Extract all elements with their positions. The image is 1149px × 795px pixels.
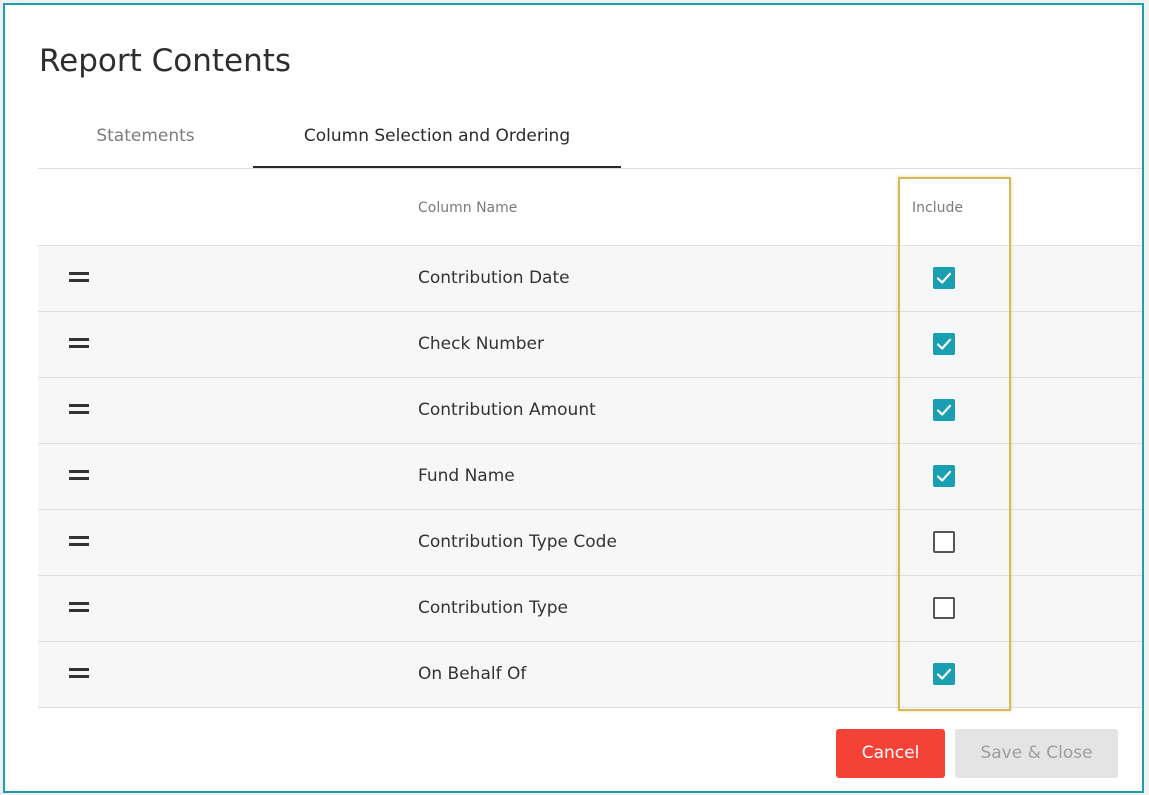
save-and-close-button[interactable]: Save & Close xyxy=(955,729,1118,778)
drag-handle-icon[interactable] xyxy=(69,536,89,546)
drag-handle-icon[interactable] xyxy=(69,338,89,348)
include-checkbox[interactable] xyxy=(933,531,955,553)
drag-handle-icon[interactable] xyxy=(69,470,89,480)
column-table: Column Name Include Contribution Date Che… xyxy=(38,170,1142,708)
table-body: Contribution Date Check Number Contributio… xyxy=(38,246,1142,708)
column-name-cell: Check Number xyxy=(418,334,544,354)
table-row: Contribution Amount xyxy=(38,378,1142,444)
table-header: Column Name Include xyxy=(38,170,1142,246)
checkmark-icon xyxy=(936,272,952,284)
column-name-cell: Fund Name xyxy=(418,466,515,486)
drag-handle-icon[interactable] xyxy=(69,602,89,612)
column-name-cell: Contribution Amount xyxy=(418,400,596,420)
checkmark-icon xyxy=(936,404,952,416)
dialog-title: Report Contents xyxy=(39,43,292,79)
checkmark-icon xyxy=(936,668,952,680)
cancel-button[interactable]: Cancel xyxy=(836,729,945,778)
table-row: On Behalf Of xyxy=(38,642,1142,708)
drag-handle-icon[interactable] xyxy=(69,404,89,414)
include-checkbox[interactable] xyxy=(933,465,955,487)
drag-handle-icon[interactable] xyxy=(69,272,89,282)
include-checkbox[interactable] xyxy=(933,399,955,421)
table-row: Contribution Type Code xyxy=(38,510,1142,576)
drag-handle-icon[interactable] xyxy=(69,668,89,678)
include-header: Include xyxy=(912,200,963,216)
tab-bar: Statements Column Selection and Ordering xyxy=(38,108,1142,170)
checkmark-icon xyxy=(936,470,952,482)
column-name-header: Column Name xyxy=(418,200,518,216)
tab-column-selection-and-ordering[interactable]: Column Selection and Ordering xyxy=(253,108,621,168)
tab-statements[interactable]: Statements xyxy=(38,108,253,166)
column-name-cell: Contribution Date xyxy=(418,268,570,288)
table-row: Contribution Type xyxy=(38,576,1142,642)
include-checkbox[interactable] xyxy=(933,663,955,685)
report-contents-dialog: Report Contents Statements Column Select… xyxy=(3,3,1144,793)
column-name-cell: Contribution Type xyxy=(418,598,569,618)
table-row: Check Number xyxy=(38,312,1142,378)
include-checkbox[interactable] xyxy=(933,267,955,289)
column-name-cell: On Behalf Of xyxy=(418,664,527,684)
tabs-divider xyxy=(38,168,1142,169)
checkmark-icon xyxy=(936,338,952,350)
table-row: Contribution Date xyxy=(38,246,1142,312)
include-checkbox[interactable] xyxy=(933,597,955,619)
table-row: Fund Name xyxy=(38,444,1142,510)
column-name-cell: Contribution Type Code xyxy=(418,532,617,552)
include-checkbox[interactable] xyxy=(933,333,955,355)
